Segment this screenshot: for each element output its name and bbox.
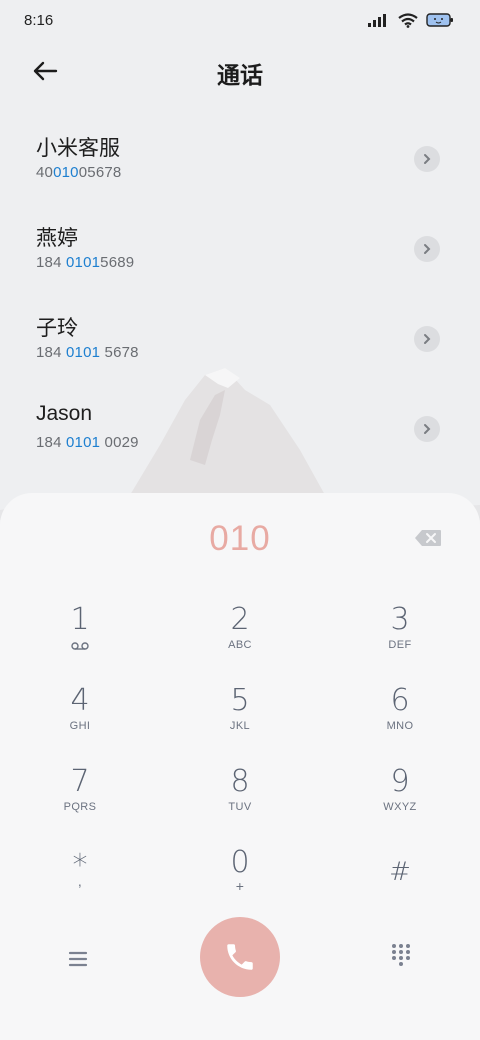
status-bar: 8:16 (0, 0, 480, 44)
key-letters: JKL (229, 720, 251, 732)
voicemail-icon (71, 642, 89, 650)
chevron-right-icon (424, 424, 431, 434)
contact-detail-button[interactable] (414, 416, 440, 442)
key-digit: 2 (230, 602, 250, 637)
key-digit: 5 (230, 683, 250, 718)
key-letters: WXYZ (383, 801, 417, 813)
contact-item[interactable]: 小米客服 4001005678 (0, 122, 480, 212)
phone-icon (227, 944, 253, 970)
contact-name: 子玲 (36, 317, 78, 340)
backspace-icon[interactable] (414, 529, 442, 547)
key-6[interactable]: 6 MNO (340, 684, 460, 754)
contact-name: 燕婷 (36, 227, 78, 250)
wifi-icon (398, 12, 418, 28)
key-digit: 8 (230, 764, 250, 799)
contact-detail-button[interactable] (414, 236, 440, 262)
key-9[interactable]: 9 WXYZ (340, 765, 460, 835)
battery-icon (426, 13, 453, 27)
key-digit: 1 (70, 602, 90, 637)
key-letters: , (77, 873, 83, 889)
chevron-right-icon (424, 154, 431, 164)
key-digit: 6 (390, 683, 410, 718)
dialed-number[interactable]: 010 (0, 519, 480, 559)
contact-number: 4001005678 (36, 164, 122, 181)
contact-detail-button[interactable] (414, 146, 440, 172)
call-button[interactable] (200, 917, 280, 997)
key-letters: GHI (69, 720, 91, 732)
key-letters: + (235, 878, 245, 894)
key-7[interactable]: 7 PQRS (20, 765, 140, 835)
dialer-action-bar (0, 915, 480, 1005)
chevron-right-icon (424, 334, 431, 344)
key-digit: 3 (390, 602, 410, 637)
contact-name: Jason (36, 402, 93, 425)
key-letters: PQRS (63, 801, 97, 813)
chevron-right-icon (424, 244, 431, 254)
contact-item[interactable]: 子玲 184 0101 5678 (0, 302, 480, 392)
key-letters: MNO (386, 720, 414, 732)
contact-name: 小米客服 (36, 137, 120, 160)
contact-detail-button[interactable] (414, 326, 440, 352)
key-digit: # (389, 857, 411, 887)
contact-number: 184 01015689 (36, 254, 135, 271)
key-3[interactable]: 3 DEF (340, 603, 460, 673)
key-star[interactable]: * , (20, 849, 140, 919)
key-letters: TUV (228, 801, 252, 813)
key-digit: 0 (230, 845, 250, 880)
contact-list: 小米客服 4001005678 燕婷 184 01015689 子玲 184 0… (0, 122, 480, 482)
dialpad-icon[interactable] (390, 943, 412, 967)
contact-number: 184 0101 0029 (36, 434, 139, 451)
dial-input-row: 010 (0, 493, 480, 579)
key-4[interactable]: 4 GHI (20, 684, 140, 754)
key-5[interactable]: 5 JKL (180, 684, 300, 754)
contact-item[interactable]: Jason 184 0101 0029 (0, 392, 480, 482)
key-digit: 7 (70, 764, 90, 799)
key-2[interactable]: 2 ABC (180, 603, 300, 673)
signal-icon (368, 14, 386, 27)
key-letters: ABC (228, 639, 252, 651)
key-letters: DEF (388, 639, 412, 651)
key-0[interactable]: 0 + (180, 846, 300, 916)
status-time: 8:16 (24, 12, 54, 29)
key-digit: 9 (390, 764, 410, 799)
key-1[interactable]: 1 (20, 603, 140, 673)
key-8[interactable]: 8 TUV (180, 765, 300, 835)
header: 通话 (0, 44, 480, 100)
status-icons (368, 12, 454, 28)
menu-icon[interactable] (64, 945, 92, 973)
page-title: 通话 (217, 62, 263, 88)
key-digit: 4 (70, 683, 90, 718)
contact-number: 184 0101 5678 (36, 344, 139, 361)
contact-item[interactable]: 燕婷 184 01015689 (0, 212, 480, 302)
dialer-panel: 010 1 2 ABC 3 DEF 4 GHI 5 JKL 6 MNO 7 PQ… (0, 493, 480, 1040)
